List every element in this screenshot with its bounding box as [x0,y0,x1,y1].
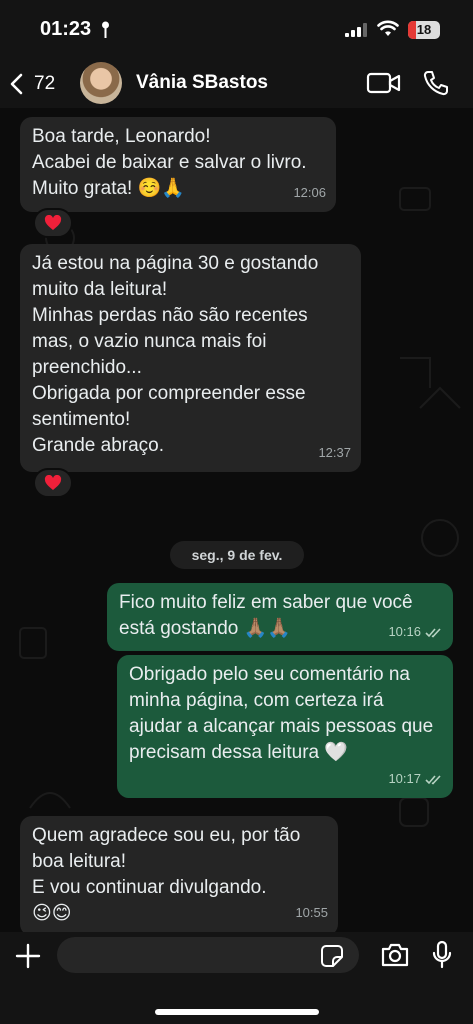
battery-indicator: 18 [408,21,440,39]
message-text: Boa tarde, Leonardo! Acabei de baixar e … [32,126,307,199]
message-text: Quem agradece sou eu, por tão boa leitur… [32,825,301,924]
back-button[interactable]: 72 [8,68,68,100]
red-heart-icon [44,475,62,490]
home-indicator[interactable] [155,1009,319,1015]
chat-area[interactable]: Boa tarde, Leonardo! Acabei de baixar e … [0,108,473,932]
contact-name[interactable]: Vânia SBastos [136,72,268,94]
status-bar: 01:23 18 [0,0,473,60]
message-meta: 12:37 [318,440,351,466]
plus-icon[interactable] [14,942,42,970]
wifi-icon [377,20,399,36]
location-pin-icon [102,21,109,38]
message-meta: 10:55 [295,900,328,926]
video-call-icon[interactable] [366,71,402,95]
unread-count: 72 [34,73,56,94]
status-time: 01:23 [40,18,92,40]
double-check-read-icon [425,774,441,784]
message-composer [0,932,473,1024]
sticker-icon[interactable] [320,944,344,968]
message-time: 12:06 [293,185,326,200]
chat-header: 72 Vânia SBastos [0,60,473,108]
message-meta: 10:16 [388,619,443,645]
wallpaper-doodle-pattern [19,187,461,903]
message-meta: 10:17 [388,766,443,792]
message-input[interactable] [57,937,359,973]
message-time: 12:37 [318,445,351,460]
double-check-read-icon [425,627,441,637]
message-text: Obrigado pelo seu comentário na minha pá… [129,664,434,763]
battery-percent: 18 [416,22,432,37]
message-time: 10:55 [295,905,328,920]
message-time: 10:16 [388,624,421,639]
message-bubble-incoming[interactable]: Boa tarde, Leonardo! Acabei de baixar e … [20,117,336,212]
chevron-left-icon [10,73,23,95]
message-meta: 12:06 [293,180,326,206]
message-time: 10:17 [388,771,421,786]
message-bubble-incoming[interactable]: Quem agradece sou eu, por tão boa leitur… [20,816,338,932]
reaction-badge[interactable] [33,468,73,498]
phone-icon[interactable] [422,69,450,97]
avatar[interactable] [80,62,122,104]
message-text: Já estou na página 30 e gostando muito d… [32,253,319,456]
reaction-badge[interactable] [33,208,73,238]
message-bubble-outgoing[interactable]: Fico muito feliz em saber que você está … [107,583,453,651]
message-bubble-outgoing[interactable]: Obrigado pelo seu comentário na minha pá… [117,655,453,798]
camera-icon[interactable] [380,942,410,968]
message-bubble-incoming[interactable]: Já estou na página 30 e gostando muito d… [20,244,361,472]
cellular-signal-icon [345,23,367,37]
microphone-icon[interactable] [432,940,452,970]
date-separator: seg., 9 de fev. [170,541,304,569]
red-heart-icon [44,215,62,230]
